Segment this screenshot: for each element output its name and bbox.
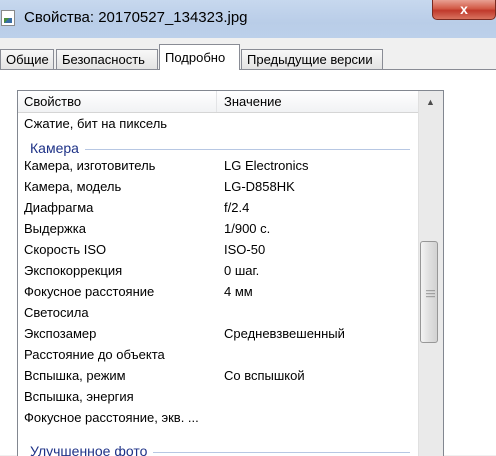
vertical-scrollbar[interactable]: ▲ — — — [418,91,443,456]
property-name: Расстояние до объекта [24,347,165,362]
property-name: Вспышка, энергия [24,389,134,404]
column-header-property[interactable]: Свойство [24,94,81,109]
property-name: Экспокоррекция [24,263,123,278]
property-name: Фокусное расстояние, экв. ... [24,410,199,425]
list-item[interactable]: Фокусное расстояние, экв. ... [18,408,418,429]
list-item[interactable]: Вспышка, энергия [18,387,418,408]
property-value: LG Electronics [224,158,309,173]
list-item[interactable]: Камера, изготовитель LG Electronics [18,156,418,177]
tab-details[interactable]: Подробно [159,44,240,70]
property-value: 1/900 с. [224,221,271,236]
list-item[interactable]: Экспозамер Средневзвешенный [18,324,418,345]
property-name: Фокусное расстояние [24,284,155,299]
group-divider [30,149,410,150]
list-item[interactable]: Сжатие, бит на пиксель [18,114,418,135]
property-name: Экспозамер [24,326,97,341]
list-item[interactable]: Экспокоррекция 0 шаг. [18,261,418,282]
column-header-value[interactable]: Значение [224,94,282,109]
window-title: Свойства: 20170527_134323.jpg [24,9,248,26]
properties-list[interactable]: Свойство Значение Сжатие, бит на пиксель… [17,90,444,456]
list-item[interactable]: Камера, модель LG-D858HK [18,177,418,198]
property-name: Камера, изготовитель [24,158,156,173]
property-name: Выдержка [24,221,86,236]
property-value: LG-D858HK [224,179,295,194]
property-value: ISO-50 [224,242,266,257]
grip-icon: — — — [426,285,435,301]
scroll-thumb[interactable]: — — — [420,241,438,343]
property-name: Вспышка, режим [24,368,126,383]
tab-strip: Общие Безопасность Подробно Предыдущие в… [0,44,496,70]
list-item[interactable]: Выдержка 1/900 с. [18,219,418,240]
property-name: Светосила [24,305,89,320]
list-item[interactable]: Вспышка, режим Со вспышкой [18,366,418,387]
property-value: Средневзвешенный [224,326,345,341]
list-item[interactable]: Фокусное расстояние 4 мм [18,282,418,303]
property-name: Диафрагма [24,200,94,215]
details-panel: Свойство Значение Сжатие, бит на пиксель… [0,69,496,456]
tab-previous-versions[interactable]: Предыдущие версии [241,49,383,69]
property-value: 0 шаг. [224,263,260,278]
group-title: Улучшенное фото [30,443,154,456]
column-separator[interactable] [216,91,217,112]
group-title: Камера [30,140,85,156]
property-value: Со вспышкой [224,368,305,383]
property-name: Сжатие, бит на пиксель [24,116,168,131]
tab-general[interactable]: Общие [0,49,54,69]
property-value: f/2.4 [224,200,250,215]
scroll-up-arrow-icon[interactable]: ▲ [422,94,439,111]
list-item[interactable]: Диафрагма f/2.4 [18,198,418,219]
property-name: Камера, модель [24,179,122,194]
property-name: Скорость ISO [24,242,107,257]
property-value: 4 мм [224,284,253,299]
image-file-icon [1,10,15,26]
title-bar: Свойства: 20170527_134323.jpg x [0,0,496,38]
list-item[interactable]: Скорость ISO ISO-50 [18,240,418,261]
close-button[interactable]: x [432,0,496,20]
list-header: Свойство Значение [18,91,418,113]
tab-security[interactable]: Безопасность [56,49,158,69]
list-item[interactable]: Расстояние до объекта [18,345,418,366]
list-item[interactable]: Светосила [18,303,418,324]
